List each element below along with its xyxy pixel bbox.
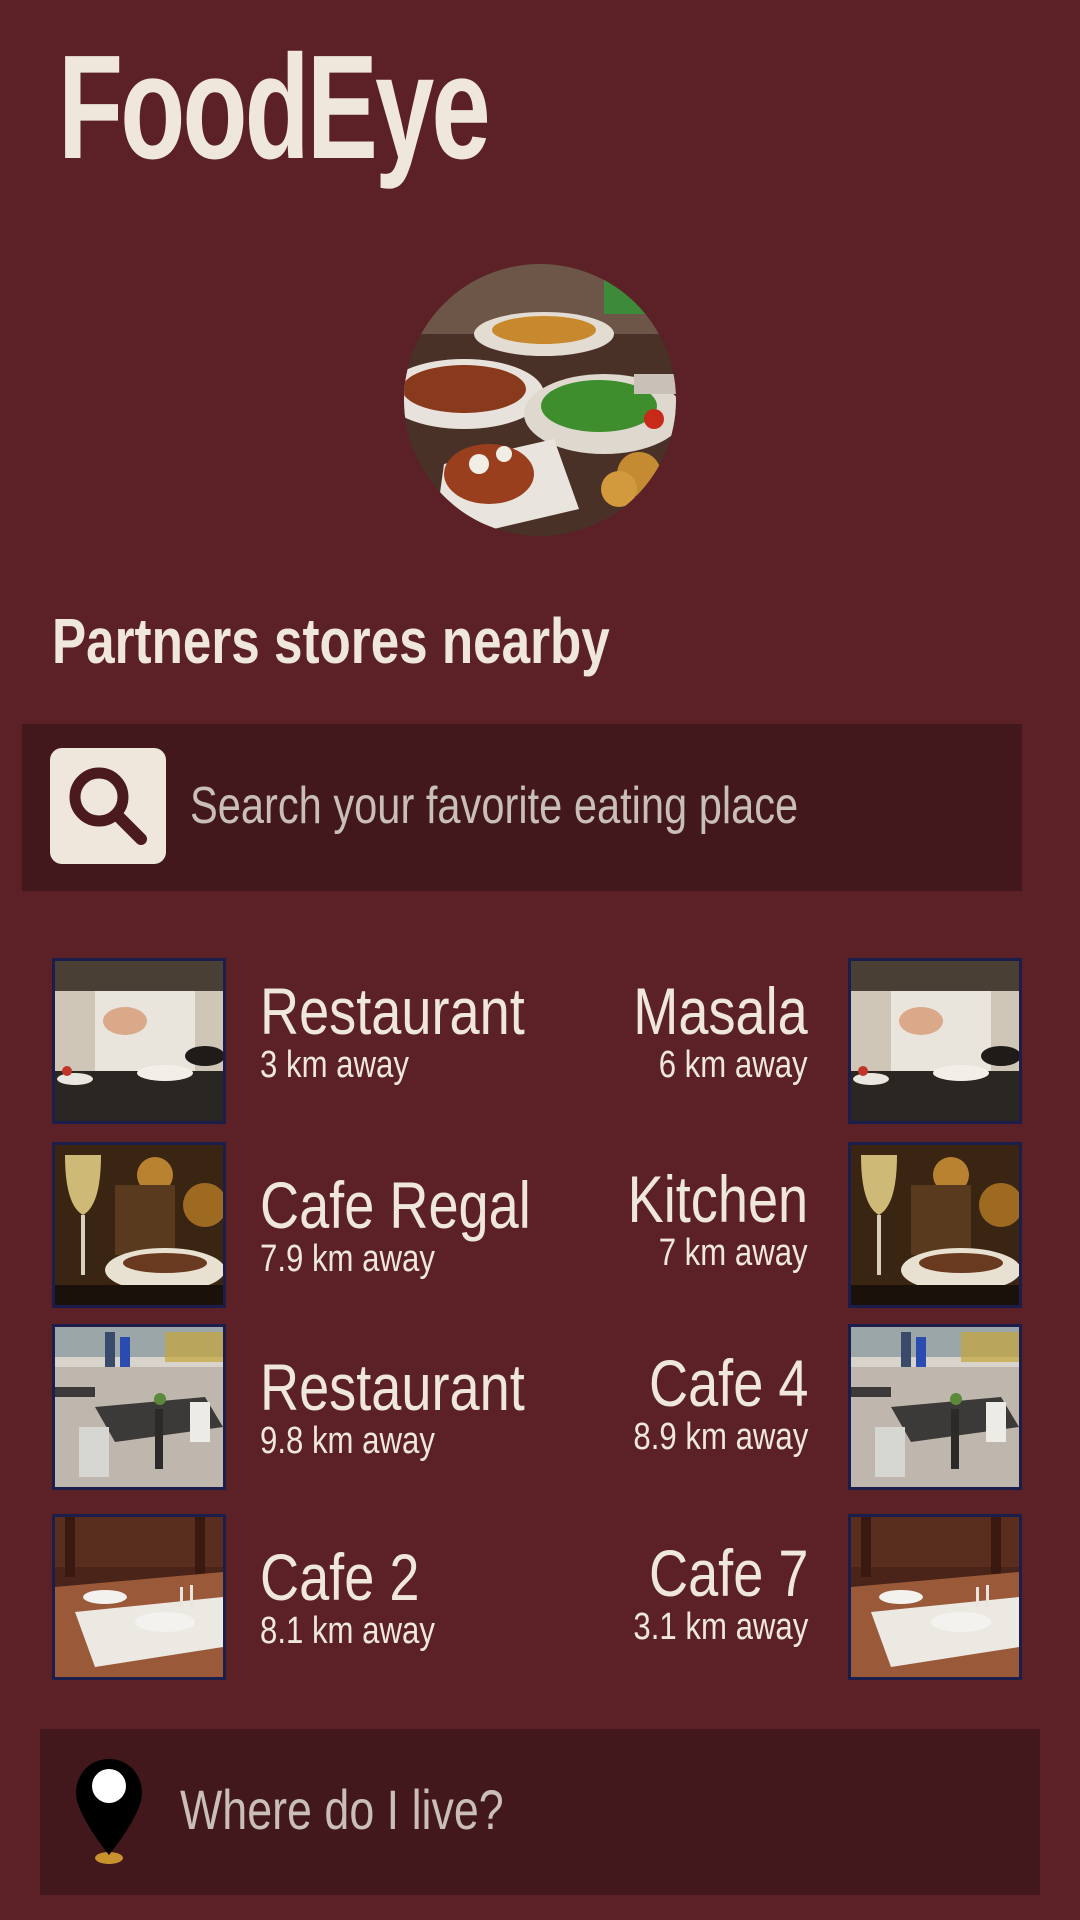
store-photo-set-dining-table xyxy=(52,1514,226,1680)
store-name: Cafe Regal xyxy=(260,1168,531,1242)
section-title: Partners stores nearby xyxy=(52,605,610,677)
store-card[interactable]: Cafe 2 8.1 km away xyxy=(52,1514,522,1680)
store-card[interactable]: Restaurant 3 km away xyxy=(52,958,525,1124)
store-photo-wine-and-dish xyxy=(848,1142,1022,1308)
search-bar xyxy=(22,724,1022,891)
store-photo-chef-cooking xyxy=(848,958,1022,1124)
location-pin-icon xyxy=(76,1759,142,1864)
location-label: Where do I live? xyxy=(180,1778,504,1841)
store-name: Masala xyxy=(633,974,808,1048)
store-distance: 8.1 km away xyxy=(260,1610,435,1652)
store-photo-wine-and-dish xyxy=(52,1142,226,1308)
search-icon xyxy=(69,767,147,845)
store-distance: 6 km away xyxy=(659,1044,808,1086)
store-name: Kitchen xyxy=(627,1162,808,1236)
search-button[interactable] xyxy=(50,748,166,864)
store-distance: 3.1 km away xyxy=(633,1606,808,1648)
store-card[interactable]: Cafe 4 8.9 km away xyxy=(560,1324,1022,1490)
store-distance: 9.8 km away xyxy=(260,1420,435,1462)
store-distance: 7.9 km away xyxy=(260,1238,435,1280)
store-card[interactable]: Cafe 7 3.1 km away xyxy=(560,1514,1022,1680)
store-photo-street-terrace xyxy=(52,1324,226,1490)
store-name: Restaurant xyxy=(260,974,525,1048)
hero-food-photo xyxy=(404,264,676,536)
app-screen: FoodEye Partners stores nearby Search yo… xyxy=(0,0,1080,1920)
store-card[interactable]: Cafe Regal 7.9 km away xyxy=(52,1142,531,1308)
store-name: Restaurant xyxy=(260,1350,525,1424)
store-card[interactable]: Restaurant 9.8 km away xyxy=(52,1324,525,1490)
store-photo-chef-cooking xyxy=(52,958,226,1124)
store-card[interactable]: Kitchen 7 km away xyxy=(560,1142,1022,1308)
search-input[interactable] xyxy=(190,766,830,846)
store-distance: 3 km away xyxy=(260,1044,409,1086)
store-name: Cafe 4 xyxy=(648,1346,808,1420)
store-distance: 7 km away xyxy=(659,1232,808,1274)
store-photo-street-terrace xyxy=(848,1324,1022,1490)
location-button[interactable]: Where do I live? xyxy=(40,1729,1040,1895)
store-distance: 8.9 km away xyxy=(633,1416,808,1458)
store-name: Cafe 7 xyxy=(648,1536,808,1610)
store-name: Cafe 2 xyxy=(260,1540,420,1614)
store-photo-set-dining-table xyxy=(848,1514,1022,1680)
store-card[interactable]: Masala 6 km away xyxy=(560,958,1022,1124)
app-title: FoodEye xyxy=(58,25,491,190)
